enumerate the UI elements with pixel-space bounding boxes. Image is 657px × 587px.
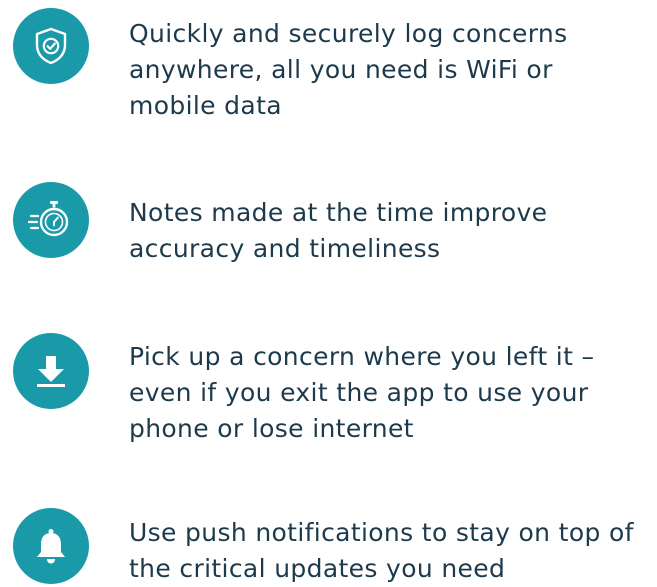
feature-list: Quickly and securely log concerns anywhe… bbox=[0, 0, 657, 587]
feature-text: Pick up a concern where you left it – ev… bbox=[129, 342, 595, 443]
feature-text: Notes made at the time improve accuracy … bbox=[129, 198, 548, 263]
shield-check-icon bbox=[13, 8, 89, 84]
download-icon bbox=[13, 333, 89, 409]
stopwatch-icon bbox=[13, 182, 89, 258]
bell-icon bbox=[13, 508, 89, 584]
feature-text: Quickly and securely log concerns anywhe… bbox=[129, 19, 568, 120]
feature-text: Use push notifications to stay on top of… bbox=[129, 518, 634, 583]
